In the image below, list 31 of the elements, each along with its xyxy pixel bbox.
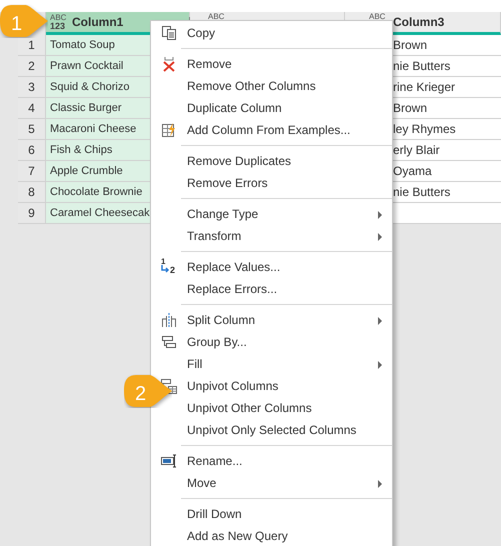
menu-item[interactable]: Transform (151, 225, 392, 247)
copy-icon (161, 25, 177, 41)
group-by-icon (161, 334, 177, 350)
row-number: 1 (18, 35, 46, 56)
menu-item[interactable]: 1 2 Replace Values... (151, 256, 392, 278)
menu-item[interactable]: Fill (151, 353, 392, 375)
callout-tooltip: 1 (0, 4, 48, 38)
rename-icon (160, 453, 178, 469)
remove-column-icon (161, 56, 177, 72)
menu-item[interactable]: Add as New Query (151, 525, 392, 546)
row-number: 7 (18, 161, 46, 182)
type-icon: ABC (369, 13, 391, 21)
row-number: 6 (18, 140, 46, 161)
row-number: 9 (18, 203, 46, 224)
menu-item[interactable]: Split Column (151, 309, 392, 331)
type-icon: ABC (208, 13, 228, 21)
callout-tooltip: 2 (124, 374, 172, 408)
menu-item[interactable]: Rename... (151, 450, 392, 472)
menu-item[interactable]: Replace Errors... (151, 278, 392, 300)
row-number: 3 (18, 77, 46, 98)
type-icon: ABC 123 (50, 14, 70, 30)
menu-item[interactable]: Unpivot Only Selected Columns (151, 419, 392, 441)
row-number: 4 (18, 98, 46, 119)
split-column-icon (161, 312, 177, 328)
row-number: 2 (18, 56, 46, 77)
row-number: 8 (18, 182, 46, 203)
column-lightning-icon (161, 122, 177, 138)
menu-item[interactable]: Move (151, 472, 392, 494)
menu-item[interactable]: Group By... (151, 331, 392, 353)
menu-item[interactable]: Drill Down (151, 503, 392, 525)
row-number: 5 (18, 119, 46, 140)
